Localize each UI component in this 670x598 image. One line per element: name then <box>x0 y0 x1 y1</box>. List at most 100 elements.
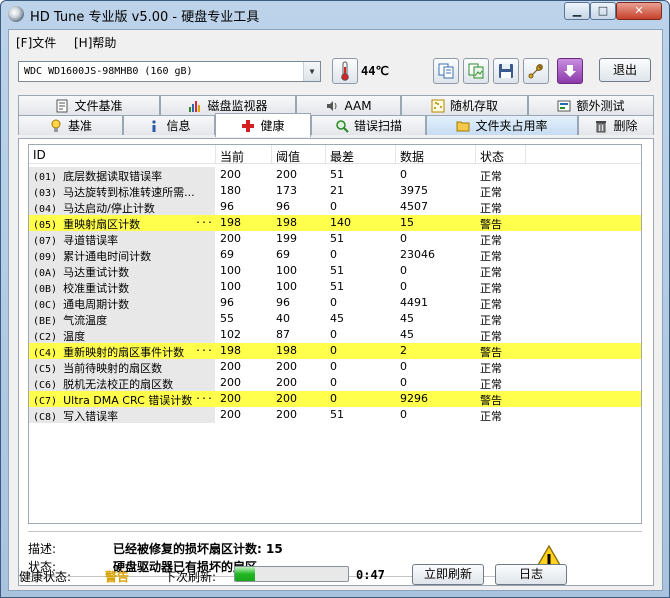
table-row[interactable]: (04) 马达启动/停止计数 96 96 0 4507 正常 <box>29 199 641 215</box>
maximize-button[interactable]: □ <box>590 2 616 20</box>
cell-attribute: (01) 底层数据读取错误率 <box>29 167 215 183</box>
cell-status: 正常 <box>480 170 502 183</box>
refresh-now-button[interactable]: 立即刷新 <box>412 564 484 585</box>
table-row[interactable]: (09) 累计通电时间计数 69 69 0 23046 正常 <box>29 247 641 263</box>
drive-select[interactable]: WDC WD1600JS-98MHB0 (160 gB) ▼ <box>18 61 321 82</box>
cell-attribute: (03) 马达旋转到标准转速所需... <box>29 183 215 199</box>
table-row[interactable]: (C4) 重新映射的扇区事件计数... 198 198 0 2 警告 <box>29 343 641 359</box>
options-button[interactable] <box>523 58 549 84</box>
cell-data: 0 <box>400 408 407 421</box>
thermometer-button[interactable] <box>332 58 358 84</box>
attribute-name: 马达旋转到标准转速所需... <box>63 186 195 199</box>
cell-attribute: (0B) 校准重试计数 <box>29 279 215 295</box>
truncation-dots: ... <box>194 391 213 402</box>
tab-label: 信息 <box>166 119 191 133</box>
cell-attribute: (C5) 当前待映射的扇区数 <box>29 359 215 375</box>
cell-worst: 0 <box>330 392 337 405</box>
tab-random-access[interactable]: 随机存取 <box>401 95 528 115</box>
table-row[interactable]: (0C) 通电周期计数 96 96 0 4491 正常 <box>29 295 641 311</box>
menu-file[interactable]: [F]文件 <box>16 34 56 51</box>
column-divider <box>525 145 526 163</box>
cell-current: 96 <box>220 200 234 213</box>
copy-info-button[interactable] <box>433 58 459 84</box>
tab-erase[interactable]: 删除 <box>578 115 654 135</box>
download-button[interactable] <box>557 58 583 84</box>
refresh-progress-bar <box>234 566 349 582</box>
cell-status: 正常 <box>480 314 502 327</box>
attribute-code: (07) <box>33 236 58 247</box>
cell-data: 3975 <box>400 184 428 197</box>
table-row[interactable]: (BE) 气流温度 55 40 45 45 正常 <box>29 311 641 327</box>
tab-info[interactable]: 信息 <box>123 115 215 135</box>
chevron-down-icon[interactable]: ▼ <box>303 62 320 81</box>
table-row[interactable]: (01) 底层数据读取错误率 200 200 51 0 正常 <box>29 167 641 183</box>
cell-data: 0 <box>400 264 407 277</box>
cell-attribute: (BE) 气流温度 <box>29 311 215 327</box>
copy-screenshot-button[interactable] <box>463 58 489 84</box>
cell-data: 0 <box>400 376 407 389</box>
smart-table[interactable]: ID 当前 阈值 最差 数据 状态 (01) 底层数据读取错误率 200 200 51… <box>28 144 642 524</box>
tab-label: AAM <box>344 98 372 113</box>
column-header-current[interactable]: 当前 <box>220 148 244 165</box>
cell-data: 15 <box>400 216 414 229</box>
table-row[interactable]: (C7) Ultra DMA CRC 错误计数... 200 200 0 9296 警告 <box>29 391 641 407</box>
log-button[interactable]: 日志 <box>495 564 567 585</box>
menu-help[interactable]: [H]帮助 <box>74 34 116 51</box>
cell-worst: 45 <box>330 312 344 325</box>
column-header-data[interactable]: 数据 <box>400 148 424 165</box>
column-divider <box>325 145 326 163</box>
cell-threshold: 100 <box>276 264 297 277</box>
table-header: ID 当前 阈值 最差 数据 状态 <box>29 145 641 164</box>
tab-error-scan[interactable]: 错误扫描 <box>311 115 426 135</box>
save-button[interactable] <box>493 58 519 84</box>
cell-current: 200 <box>220 376 241 389</box>
column-header-worst[interactable]: 最差 <box>330 148 354 165</box>
table-row[interactable]: (07) 寻道错误率 200 199 51 0 正常 <box>29 231 641 247</box>
cell-current: 198 <box>220 216 241 229</box>
table-row[interactable]: (C5) 当前待映射的扇区数 200 200 0 0 正常 <box>29 359 641 375</box>
cell-threshold: 200 <box>276 376 297 389</box>
tab-extra-tests[interactable]: 额外测试 <box>528 95 654 115</box>
column-header-threshold[interactable]: 阈值 <box>276 148 300 165</box>
minimize-button[interactable]: ▁ <box>564 2 590 20</box>
info-icon <box>147 119 161 133</box>
close-button[interactable]: ✕ <box>616 2 662 20</box>
cell-current: 102 <box>220 328 241 341</box>
refresh-countdown: 0:47 <box>356 568 385 582</box>
exit-button[interactable]: 退出 <box>599 58 651 82</box>
attribute-code: (0B) <box>33 284 58 295</box>
attribute-code: (05) <box>33 220 58 231</box>
tab-folder-usage[interactable]: 文件夹占用率 <box>426 115 578 135</box>
attribute-name: 通电周期计数 <box>63 298 130 311</box>
hd-tune-app-icon[interactable] <box>8 6 24 22</box>
table-row[interactable]: (C2) 温度 102 87 0 45 正常 <box>29 327 641 343</box>
health-status-value: 警告 <box>105 570 130 584</box>
table-row[interactable]: (03) 马达旋转到标准转速所需... 180 173 21 3975 正常 <box>29 183 641 199</box>
cell-data: 0 <box>400 168 407 181</box>
attribute-code: (C4) <box>33 348 58 359</box>
tab-health[interactable]: 健康 <box>215 113 311 137</box>
attribute-code: (04) <box>33 204 58 215</box>
next-refresh-label: 下次刷新: <box>164 570 217 584</box>
thermometer-icon <box>341 61 349 81</box>
tab-file-benchmark[interactable]: 文件基准 <box>18 95 160 115</box>
tab-aam[interactable]: AAM <box>296 95 401 115</box>
column-header-id[interactable]: ID <box>33 148 46 162</box>
attribute-code: (01) <box>33 172 58 183</box>
cell-worst: 140 <box>330 216 351 229</box>
tab-disk-monitor[interactable]: 磁盘监视器 <box>160 95 296 115</box>
cell-status: 警告 <box>480 346 502 359</box>
cell-data: 45 <box>400 312 414 325</box>
attribute-code: (C7) <box>33 396 58 407</box>
table-row[interactable]: (05) 重映射扇区计数... 198 198 140 15 警告 <box>29 215 641 231</box>
tab-benchmark[interactable]: 基准 <box>18 115 123 135</box>
table-row[interactable]: (0A) 马达重试计数 100 100 51 0 正常 <box>29 263 641 279</box>
column-header-status[interactable]: 状态 <box>480 148 504 165</box>
table-row[interactable]: (C6) 脱机无法校正的扇区数 200 200 0 0 正常 <box>29 375 641 391</box>
cell-worst: 0 <box>330 328 337 341</box>
cell-threshold: 87 <box>276 328 290 341</box>
title-bar[interactable]: HD Tune 专业版 v5.00 - 硬盘专业工具 ▁ □ ✕ <box>1 1 669 27</box>
table-row[interactable]: (C8) 写入错误率 200 200 51 0 正常 <box>29 407 641 423</box>
attribute-code: (C6) <box>33 380 58 391</box>
table-row[interactable]: (0B) 校准重试计数 100 100 51 0 正常 <box>29 279 641 295</box>
